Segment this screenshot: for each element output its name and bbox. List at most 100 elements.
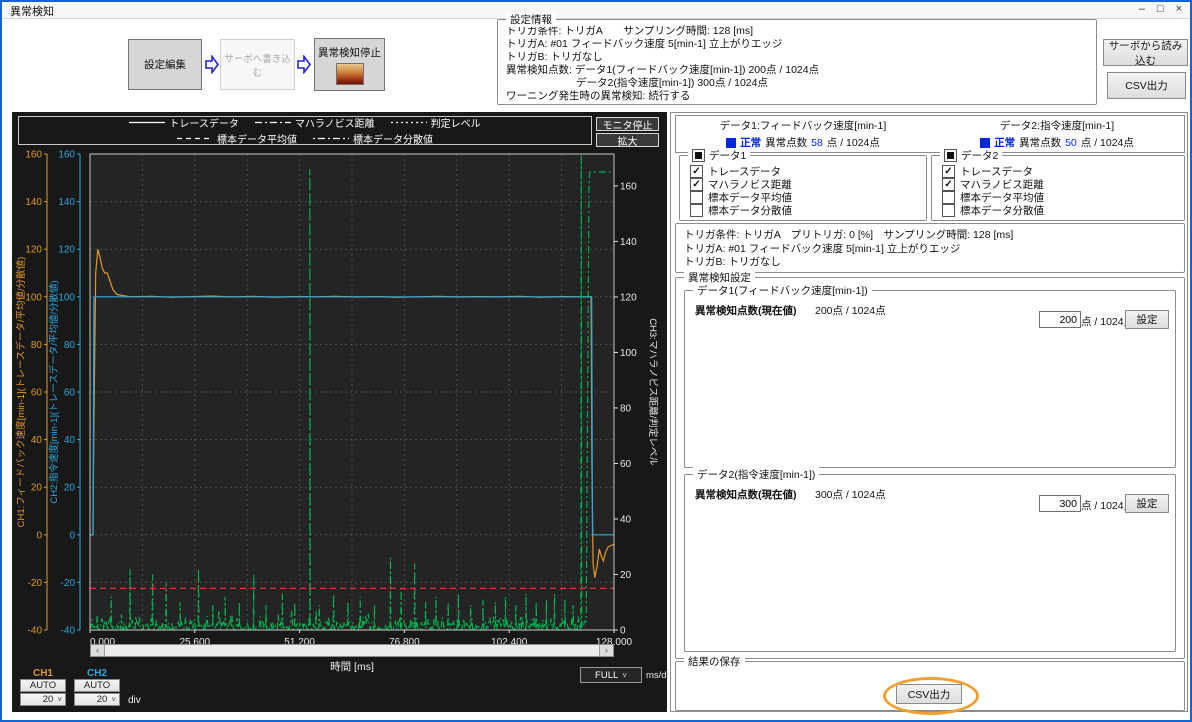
svg-text:80: 80	[31, 340, 43, 351]
legend-label: トレースデータ	[169, 115, 239, 130]
data2-group-checkbox[interactable]	[944, 149, 957, 162]
minimize-icon[interactable]: –	[1139, 2, 1145, 17]
zoom-button[interactable]: 拡大	[596, 133, 659, 147]
legend-line-dashed-icon	[177, 136, 213, 141]
svg-text:20: 20	[31, 483, 43, 494]
right-panel: データ1:フィードバック速度[min-1] 正常 異常点数 58 点 / 102…	[670, 112, 1188, 712]
scroll-left-icon[interactable]: ‹	[91, 645, 104, 656]
legend-line-dashdot-icon	[255, 120, 291, 125]
write-to-servo-button: サーボへ書き込む	[220, 39, 295, 90]
svg-text:0: 0	[69, 530, 75, 541]
data2-status-title: データ2:指令速度[min-1]	[1000, 118, 1114, 133]
chevron-down-icon: ˅	[57, 695, 62, 704]
legend-line-dashdotdot-icon	[313, 136, 349, 141]
ch2-scale-select[interactable]: 20 ˅	[74, 693, 120, 706]
svg-text:100: 100	[58, 292, 75, 303]
close-icon[interactable]: ×	[1176, 2, 1182, 17]
save-results-title: 結果の保存	[684, 654, 745, 669]
data2-detection-group: データ2(指令速度[min-1]) 異常検知点数(現在値) 300点 / 102…	[684, 474, 1176, 652]
data1-anomaly-label: 異常点数	[765, 135, 807, 150]
data2-anomaly-label: 異常点数	[1019, 135, 1061, 150]
detection-points-input[interactable]	[1039, 495, 1081, 512]
csv-output-top-button[interactable]: CSV出力	[1107, 72, 1186, 99]
legend-line-dotted-icon	[391, 120, 427, 125]
legend-line-solid-icon	[129, 120, 165, 125]
title-bar: 異常検知 – □ ×	[2, 2, 1190, 19]
data1-detection-group: データ1(フィードバック速度[min-1]) 異常検知点数(現在値) 200点 …	[684, 290, 1176, 468]
svg-text:160: 160	[25, 150, 42, 161]
svg-text:120: 120	[620, 292, 637, 303]
x-axis-title: 時間 [ms]	[90, 659, 614, 674]
svg-text:0: 0	[36, 530, 42, 541]
sample-variance-checkbox[interactable]	[942, 204, 955, 217]
detection-settings-group: 異常検知設定 データ1(フィードバック速度[min-1]) 異常検知点数(現在値…	[675, 277, 1185, 659]
trigger-info-line: トリガB: トリガなし	[684, 256, 1176, 270]
svg-text:160: 160	[620, 181, 637, 192]
ch1-auto-button[interactable]: AUTO	[20, 679, 66, 692]
time-range-value: FULL	[595, 670, 618, 681]
chart-panel: トレースデータ マハラノビス距離 判定レベル 標本データ平均値 標本データ分散値…	[12, 112, 667, 712]
ch2-auto-button[interactable]: AUTO	[74, 679, 120, 692]
settings-info-line: トリガA: #01 フィードバック速度 5[min-1] 立上がりエッジ	[506, 38, 1088, 51]
time-range-select[interactable]: FULL ˅	[580, 667, 642, 683]
legend-label: 標本データ平均値	[217, 131, 297, 146]
data2-detection-title: データ2(指令速度[min-1])	[693, 467, 819, 482]
stop-detection-label: 異常検知停止	[318, 45, 381, 60]
svg-text:40: 40	[64, 435, 76, 446]
svg-text:120: 120	[25, 245, 42, 256]
set-button[interactable]: 設定	[1125, 310, 1169, 329]
set-button[interactable]: 設定	[1125, 494, 1169, 513]
flow-arrow-icon	[205, 55, 219, 74]
div-unit-label: div	[128, 695, 141, 706]
trigger-info-line: トリガA: #01 フィードバック速度 5[min-1] 立上がりエッジ	[684, 243, 1176, 257]
data1-group-checkbox[interactable]	[692, 149, 705, 162]
svg-text:60: 60	[31, 388, 43, 399]
app-window: 異常検知 – □ × 設定編集 サーボへ書き込む 異常検知停止 設定情報 トリガ…	[0, 0, 1192, 722]
csv-output-button[interactable]: CSV出力	[896, 684, 962, 704]
detection-points-current: 200点 / 1024点	[815, 303, 886, 318]
maximize-icon[interactable]: □	[1157, 2, 1164, 17]
legend-label: マハラノビス距離	[295, 115, 375, 130]
svg-text:160: 160	[58, 150, 75, 161]
svg-text:120: 120	[58, 245, 75, 256]
ch2-scale-value: 20	[97, 694, 108, 705]
settings-info-group: 設定情報 トリガ条件: トリガA サンプリング時間: 128 [ms] トリガA…	[497, 19, 1097, 105]
window-title: 異常検知	[10, 3, 54, 19]
svg-text:40: 40	[620, 514, 632, 525]
save-results-group: 結果の保存 CSV出力	[675, 661, 1185, 711]
detection-points-input[interactable]	[1039, 311, 1081, 328]
data1-anomaly-suffix: 点 / 1024点	[827, 135, 880, 150]
data2-anomaly-count: 50	[1065, 137, 1077, 149]
status-box: データ1:フィードバック速度[min-1] 正常 異常点数 58 点 / 102…	[675, 115, 1185, 153]
svg-text:60: 60	[620, 459, 632, 470]
edit-settings-button[interactable]: 設定編集	[128, 39, 202, 90]
svg-text:20: 20	[620, 570, 632, 581]
svg-text:60: 60	[64, 388, 76, 399]
svg-text:80: 80	[620, 403, 632, 414]
trigger-info-box: トリガ条件: トリガA プリトリガ: 0 [%] サンプリング時間: 128 […	[675, 223, 1185, 273]
chart-scrollbar[interactable]: ‹ ›	[90, 644, 614, 657]
legend-label: 標本データ分散値	[353, 131, 433, 146]
svg-text:-20: -20	[61, 578, 76, 589]
stop-detection-button[interactable]: 異常検知停止	[314, 38, 385, 91]
scroll-right-icon[interactable]: ›	[600, 645, 613, 656]
svg-text:-40: -40	[61, 626, 76, 637]
monitor-stop-button[interactable]: モニタ停止	[596, 117, 659, 131]
stop-lamp-icon	[336, 63, 364, 85]
read-from-servo-button[interactable]: サーボから読み込む	[1103, 39, 1188, 66]
data2-status: データ2:指令速度[min-1] 正常 異常点数 50 点 / 1024点	[930, 116, 1184, 152]
settings-info-title: 設定情報	[506, 12, 556, 27]
settings-info-line: トリガB: トリガなし	[506, 51, 1088, 64]
svg-text:140: 140	[620, 237, 637, 248]
data2-anomaly-suffix: 点 / 1024点	[1081, 135, 1134, 150]
svg-text:CH1:フィードバック速度[min-1](トレースデータ/平: CH1:フィードバック速度[min-1](トレースデータ/平均値/分散値)	[15, 257, 27, 528]
settings-info-line: 異常検知点数: データ1(フィードバック速度[min-1]) 200点 / 10…	[506, 64, 1088, 77]
sample-variance-checkbox[interactable]	[690, 204, 703, 217]
settings-info-line: トリガ条件: トリガA サンプリング時間: 128 [ms]	[506, 25, 1088, 38]
ch1-scale-select[interactable]: 20 ˅	[20, 693, 66, 706]
data1-display-group: データ1 ✓トレースデータ ✓マハラノビス距離 標本データ平均値 標本データ分散…	[679, 155, 927, 221]
ch2-label: CH2	[74, 668, 120, 679]
ch1-scale-value: 20	[43, 694, 54, 705]
scrollbar-thumb[interactable]	[104, 645, 600, 656]
svg-text:20: 20	[64, 483, 76, 494]
